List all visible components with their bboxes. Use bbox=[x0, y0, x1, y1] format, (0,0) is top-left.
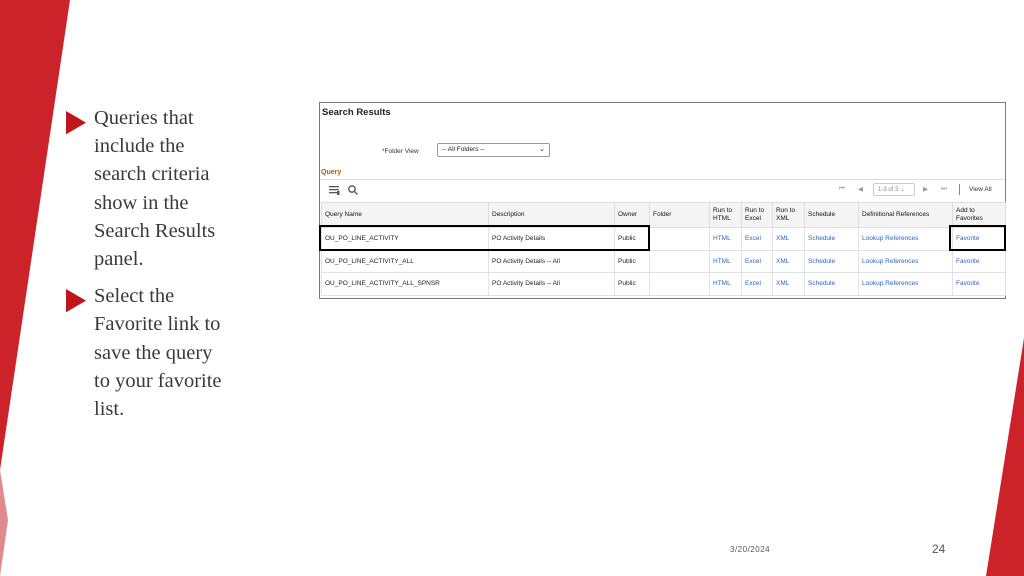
column-header-description[interactable]: Description bbox=[488, 202, 615, 228]
triangle-bullet-icon bbox=[66, 289, 86, 313]
favorite-link-highlight-box bbox=[949, 225, 1006, 251]
column-header-folder[interactable]: Folder bbox=[649, 202, 710, 228]
run-excel-link[interactable]: Excel bbox=[741, 249, 773, 273]
chevron-down-icon: ⌄ bbox=[539, 146, 545, 153]
schedule-link[interactable]: Schedule bbox=[804, 272, 859, 296]
bullet-item: Select the Favorite link to save the que… bbox=[66, 282, 266, 423]
column-header-references: Definitional References bbox=[858, 202, 953, 228]
table-row: OU_PO_LINE_ACTIVITY_ALL PO Activity Deta… bbox=[321, 249, 1006, 273]
page-number: 24 bbox=[932, 542, 946, 556]
lookup-references-link[interactable]: Lookup References bbox=[858, 272, 953, 296]
bullet-text: Queries that include the search criteria… bbox=[94, 107, 216, 271]
toolbar-divider bbox=[959, 184, 960, 195]
folder-cell bbox=[649, 249, 710, 273]
folder-cell bbox=[649, 227, 710, 251]
favorite-link[interactable]: Favorite bbox=[952, 272, 1006, 296]
view-all-link[interactable]: View All bbox=[969, 186, 992, 193]
query-name-cell: OU_PO_LINE_ACTIVITY_ALL_SPNSR bbox=[321, 272, 489, 296]
owner-cell: Public bbox=[614, 272, 650, 296]
table-header-row: Query Name Description Owner Folder Run … bbox=[321, 202, 1006, 228]
results-toolbar: ⏮ ◀ 1-3 of 3 ⌄ ▶ ⏭ View All bbox=[320, 179, 1005, 199]
schedule-link[interactable]: Schedule bbox=[804, 249, 859, 273]
triangle-bullet-icon bbox=[66, 111, 86, 135]
description-cell: PO Activity Details -- All bbox=[488, 249, 615, 273]
description-cell: PO Activity Details -- All bbox=[488, 272, 615, 296]
column-header-owner[interactable]: Owner bbox=[614, 202, 650, 228]
run-html-link[interactable]: HTML bbox=[709, 272, 742, 296]
run-xml-link[interactable]: XML bbox=[772, 272, 805, 296]
column-header-run-xml: Run to XML bbox=[772, 202, 805, 228]
next-page-icon[interactable]: ▶ bbox=[923, 185, 928, 193]
grid-icon[interactable] bbox=[328, 184, 340, 196]
column-header-run-html: Run to HTML bbox=[709, 202, 742, 228]
run-html-link[interactable]: HTML bbox=[709, 227, 742, 251]
bullet-list: Queries that include the search criteria… bbox=[66, 104, 266, 432]
lookup-references-link[interactable]: Lookup References bbox=[858, 227, 953, 251]
table-row: OU_PO_LINE_ACTIVITY_ALL_SPNSR PO Activit… bbox=[321, 272, 1006, 296]
column-header-run-excel: Run to Excel bbox=[741, 202, 773, 228]
favorite-link[interactable]: Favorite bbox=[952, 249, 1006, 273]
folder-cell bbox=[649, 272, 710, 296]
last-page-icon[interactable]: ⏭ bbox=[941, 185, 947, 193]
previous-page-icon[interactable]: ◀ bbox=[858, 185, 863, 193]
column-header-query-name[interactable]: Query Name bbox=[321, 202, 489, 228]
run-excel-link[interactable]: Excel bbox=[741, 272, 773, 296]
run-xml-link[interactable]: XML bbox=[772, 249, 805, 273]
query-row-highlight-box bbox=[319, 225, 650, 251]
footer-date: 3/20/2024 bbox=[730, 545, 771, 554]
owner-cell: Public bbox=[614, 249, 650, 273]
page-range: 1-3 of 3 bbox=[878, 187, 899, 193]
bullet-text: Select the Favorite link to save the que… bbox=[94, 285, 222, 421]
query-name-cell: OU_PO_LINE_ACTIVITY_ALL bbox=[321, 249, 489, 273]
folder-view-label: *Folder View bbox=[382, 148, 419, 155]
run-html-link[interactable]: HTML bbox=[709, 249, 742, 273]
bullet-item: Queries that include the search criteria… bbox=[66, 104, 266, 273]
folder-view-value: -- All Folders -- bbox=[442, 146, 485, 153]
panel-title: Search Results bbox=[322, 107, 391, 118]
schedule-link[interactable]: Schedule bbox=[804, 227, 859, 251]
lookup-references-link[interactable]: Lookup References bbox=[858, 249, 953, 273]
folder-view-select[interactable]: -- All Folders -- ⌄ bbox=[437, 143, 550, 157]
run-xml-link[interactable]: XML bbox=[772, 227, 805, 251]
column-header-favorites: Add to Favorites bbox=[952, 202, 1006, 228]
column-header-schedule: Schedule bbox=[804, 202, 859, 228]
query-section-label: Query bbox=[321, 169, 342, 176]
run-excel-link[interactable]: Excel bbox=[741, 227, 773, 251]
search-icon[interactable] bbox=[347, 184, 359, 196]
search-results-panel: Search Results *Folder View -- All Folde… bbox=[319, 102, 1006, 299]
first-page-icon[interactable]: ⏮ bbox=[839, 185, 845, 193]
page-range-select[interactable]: 1-3 of 3 ⌄ bbox=[873, 183, 915, 196]
